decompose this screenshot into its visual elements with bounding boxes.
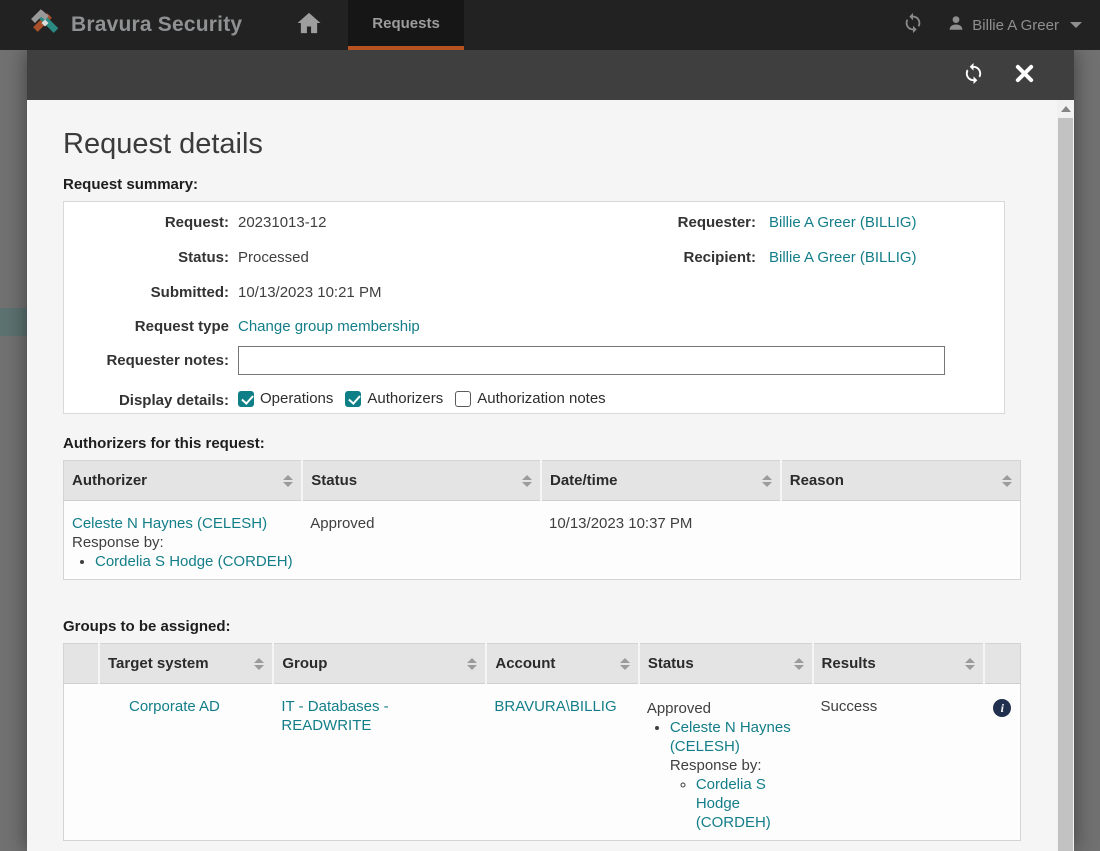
sort-icon[interactable] [762, 475, 772, 487]
home-button[interactable] [286, 0, 332, 50]
authorizer-row: Celeste N Haynes (CELESH) Response by: C… [64, 501, 1021, 580]
request-summary-panel: Request: 20231013-12 Requester: Billie A… [63, 201, 1005, 414]
dimmed-background-band [0, 308, 27, 336]
authorizer-link[interactable]: Celeste N Haynes (CELESH) [72, 515, 267, 532]
sort-icon[interactable] [467, 658, 477, 670]
col-reason[interactable]: Reason [781, 461, 1021, 501]
col-target-system[interactable]: Target system [99, 644, 273, 684]
account-link[interactable]: BRAVURA\BILLIG [494, 698, 616, 715]
recipient-link[interactable]: Billie A Greer (BILLIG) [769, 249, 917, 266]
home-icon [296, 10, 322, 40]
request-value: 20231013-12 [238, 214, 326, 231]
col-results[interactable]: Results [813, 644, 985, 684]
request-details-dialog: Request details Request summary: Request… [27, 50, 1074, 851]
group-row: Corporate AD IT - Databases - READWRITE … [64, 684, 1021, 841]
group-status-authorizer-link[interactable]: Celeste N Haynes (CELESH) [670, 719, 791, 755]
sort-icon[interactable] [254, 658, 264, 670]
group-response-by-link[interactable]: Cordelia S Hodge (CORDEH) [696, 776, 771, 831]
chevron-down-icon [1070, 22, 1082, 28]
checkbox-authorization-notes-label: Authorization notes [477, 390, 605, 407]
response-by-link[interactable]: Cordelia S Hodge (CORDEH) [95, 553, 293, 570]
dialog-refresh-button[interactable] [962, 62, 985, 89]
request-label: Request: [64, 214, 229, 231]
col-account[interactable]: Account [486, 644, 638, 684]
scrollbar-up-button[interactable] [1057, 100, 1074, 117]
scroll-up-icon [1061, 106, 1071, 112]
group-results-value: Success [813, 684, 985, 841]
request-summary-heading: Request summary: [63, 176, 1005, 193]
info-icon[interactable]: i [993, 699, 1011, 717]
user-icon [947, 14, 965, 36]
sort-icon[interactable] [620, 658, 630, 670]
col-group-status[interactable]: Status [639, 644, 813, 684]
navbar-refresh-button[interactable] [893, 0, 933, 50]
scrollbar-thumb[interactable] [1058, 118, 1073, 851]
requester-notes-input[interactable] [238, 346, 945, 375]
group-link[interactable]: IT - Databases - READWRITE [281, 698, 388, 734]
groups-header-row: Target system Group Account Status Resul… [64, 644, 1021, 684]
dialog-header [27, 50, 1074, 100]
requester-notes-label: Requester notes: [64, 352, 229, 369]
recipient-label: Recipient: [509, 249, 756, 266]
submitted-value: 10/13/2023 10:21 PM [238, 284, 381, 301]
col-group[interactable]: Group [273, 644, 486, 684]
authorizer-reason [781, 501, 1021, 580]
refresh-icon [902, 12, 924, 38]
authorizer-datetime: 10/13/2023 10:37 PM [541, 501, 781, 580]
authorizers-table: Authorizer Status Date/time Reason Celes… [63, 460, 1021, 580]
response-by-label: Response by: [72, 533, 294, 552]
checkbox-authorizers[interactable] [345, 391, 361, 407]
request-type-link[interactable]: Change group membership [238, 318, 420, 335]
brand[interactable]: Bravura Security [28, 6, 242, 44]
checkbox-authorization-notes[interactable] [455, 391, 471, 407]
col-datetime[interactable]: Date/time [541, 461, 781, 501]
refresh-icon [962, 62, 985, 89]
tab-requests[interactable]: Requests [348, 0, 464, 50]
display-details-options: Operations Authorizers Authorization not… [238, 390, 618, 407]
col-info [984, 644, 1020, 684]
sort-icon[interactable] [283, 475, 293, 487]
col-blank [64, 644, 100, 684]
dialog-close-button[interactable] [1015, 64, 1034, 87]
sort-icon[interactable] [794, 658, 804, 670]
close-icon [1015, 64, 1034, 87]
checkbox-operations[interactable] [238, 391, 254, 407]
requester-label: Requester: [509, 214, 756, 231]
user-name: Billie A Greer [972, 17, 1059, 34]
request-type-label: Request type [64, 318, 229, 335]
groups-heading: Groups to be assigned: [63, 618, 1005, 635]
dialog-body: Request details Request summary: Request… [27, 100, 1074, 851]
authorizers-heading: Authorizers for this request: [63, 435, 1005, 452]
top-navbar: Bravura Security Requests Billie A Greer [0, 0, 1100, 50]
checkbox-authorizers-label: Authorizers [367, 390, 443, 407]
sort-icon[interactable] [522, 475, 532, 487]
tab-requests-label: Requests [372, 15, 440, 32]
status-label: Status: [64, 249, 229, 266]
col-authorizer[interactable]: Authorizer [64, 461, 303, 501]
response-by-label: Response by: [670, 756, 805, 775]
groups-table: Target system Group Account Status Resul… [63, 643, 1021, 841]
dialog-scrollbar[interactable] [1057, 100, 1074, 851]
brand-name: Bravura Security [71, 13, 242, 37]
requester-link[interactable]: Billie A Greer (BILLIG) [769, 214, 917, 231]
sort-icon[interactable] [965, 658, 975, 670]
navbar-right: Billie A Greer [893, 0, 1082, 50]
group-status-value: Approved [647, 700, 711, 717]
checkbox-operations-label: Operations [260, 390, 333, 407]
target-system-link[interactable]: Corporate AD [129, 698, 220, 715]
authorizer-status: Approved [302, 501, 541, 580]
status-value: Processed [238, 249, 309, 266]
submitted-label: Submitted: [64, 284, 229, 301]
user-menu[interactable]: Billie A Greer [947, 14, 1082, 36]
bravura-logo-icon [28, 6, 62, 44]
col-status[interactable]: Status [302, 461, 541, 501]
authorizers-header-row: Authorizer Status Date/time Reason [64, 461, 1021, 501]
page-title: Request details [63, 128, 1005, 161]
sort-icon[interactable] [1002, 475, 1012, 487]
display-details-label: Display details: [64, 392, 229, 409]
